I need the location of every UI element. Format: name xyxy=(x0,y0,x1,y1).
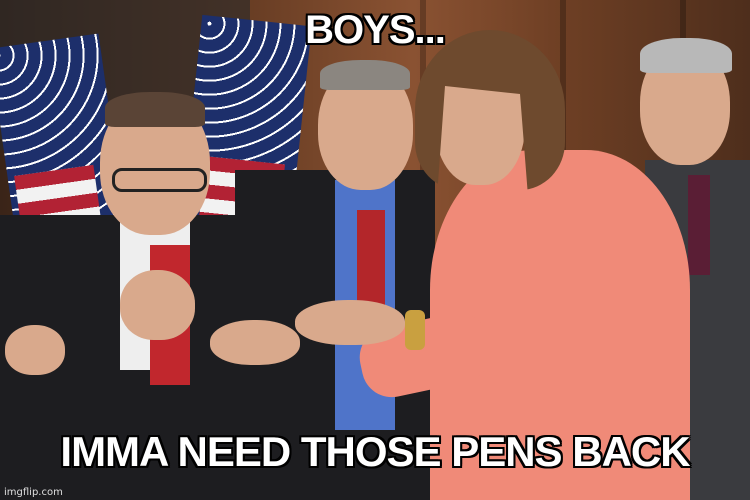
man-right-tie xyxy=(688,175,710,275)
hand-left-edge xyxy=(5,325,65,375)
top-caption: BOYS... xyxy=(305,8,446,52)
glasses xyxy=(112,168,207,192)
woman-hand xyxy=(295,300,405,345)
man-left-hair xyxy=(105,92,205,127)
bottom-caption: IMMA NEED THOSE PENS BACK xyxy=(60,428,690,475)
meme-photo xyxy=(0,0,750,500)
hand-holding-pen xyxy=(120,270,195,340)
man-middle-hair xyxy=(320,60,410,90)
man-middle-tie xyxy=(357,210,385,310)
gold-bracelet xyxy=(405,310,425,350)
imgflip-watermark: imgflip.com xyxy=(4,487,63,498)
reaching-hand xyxy=(210,320,300,365)
